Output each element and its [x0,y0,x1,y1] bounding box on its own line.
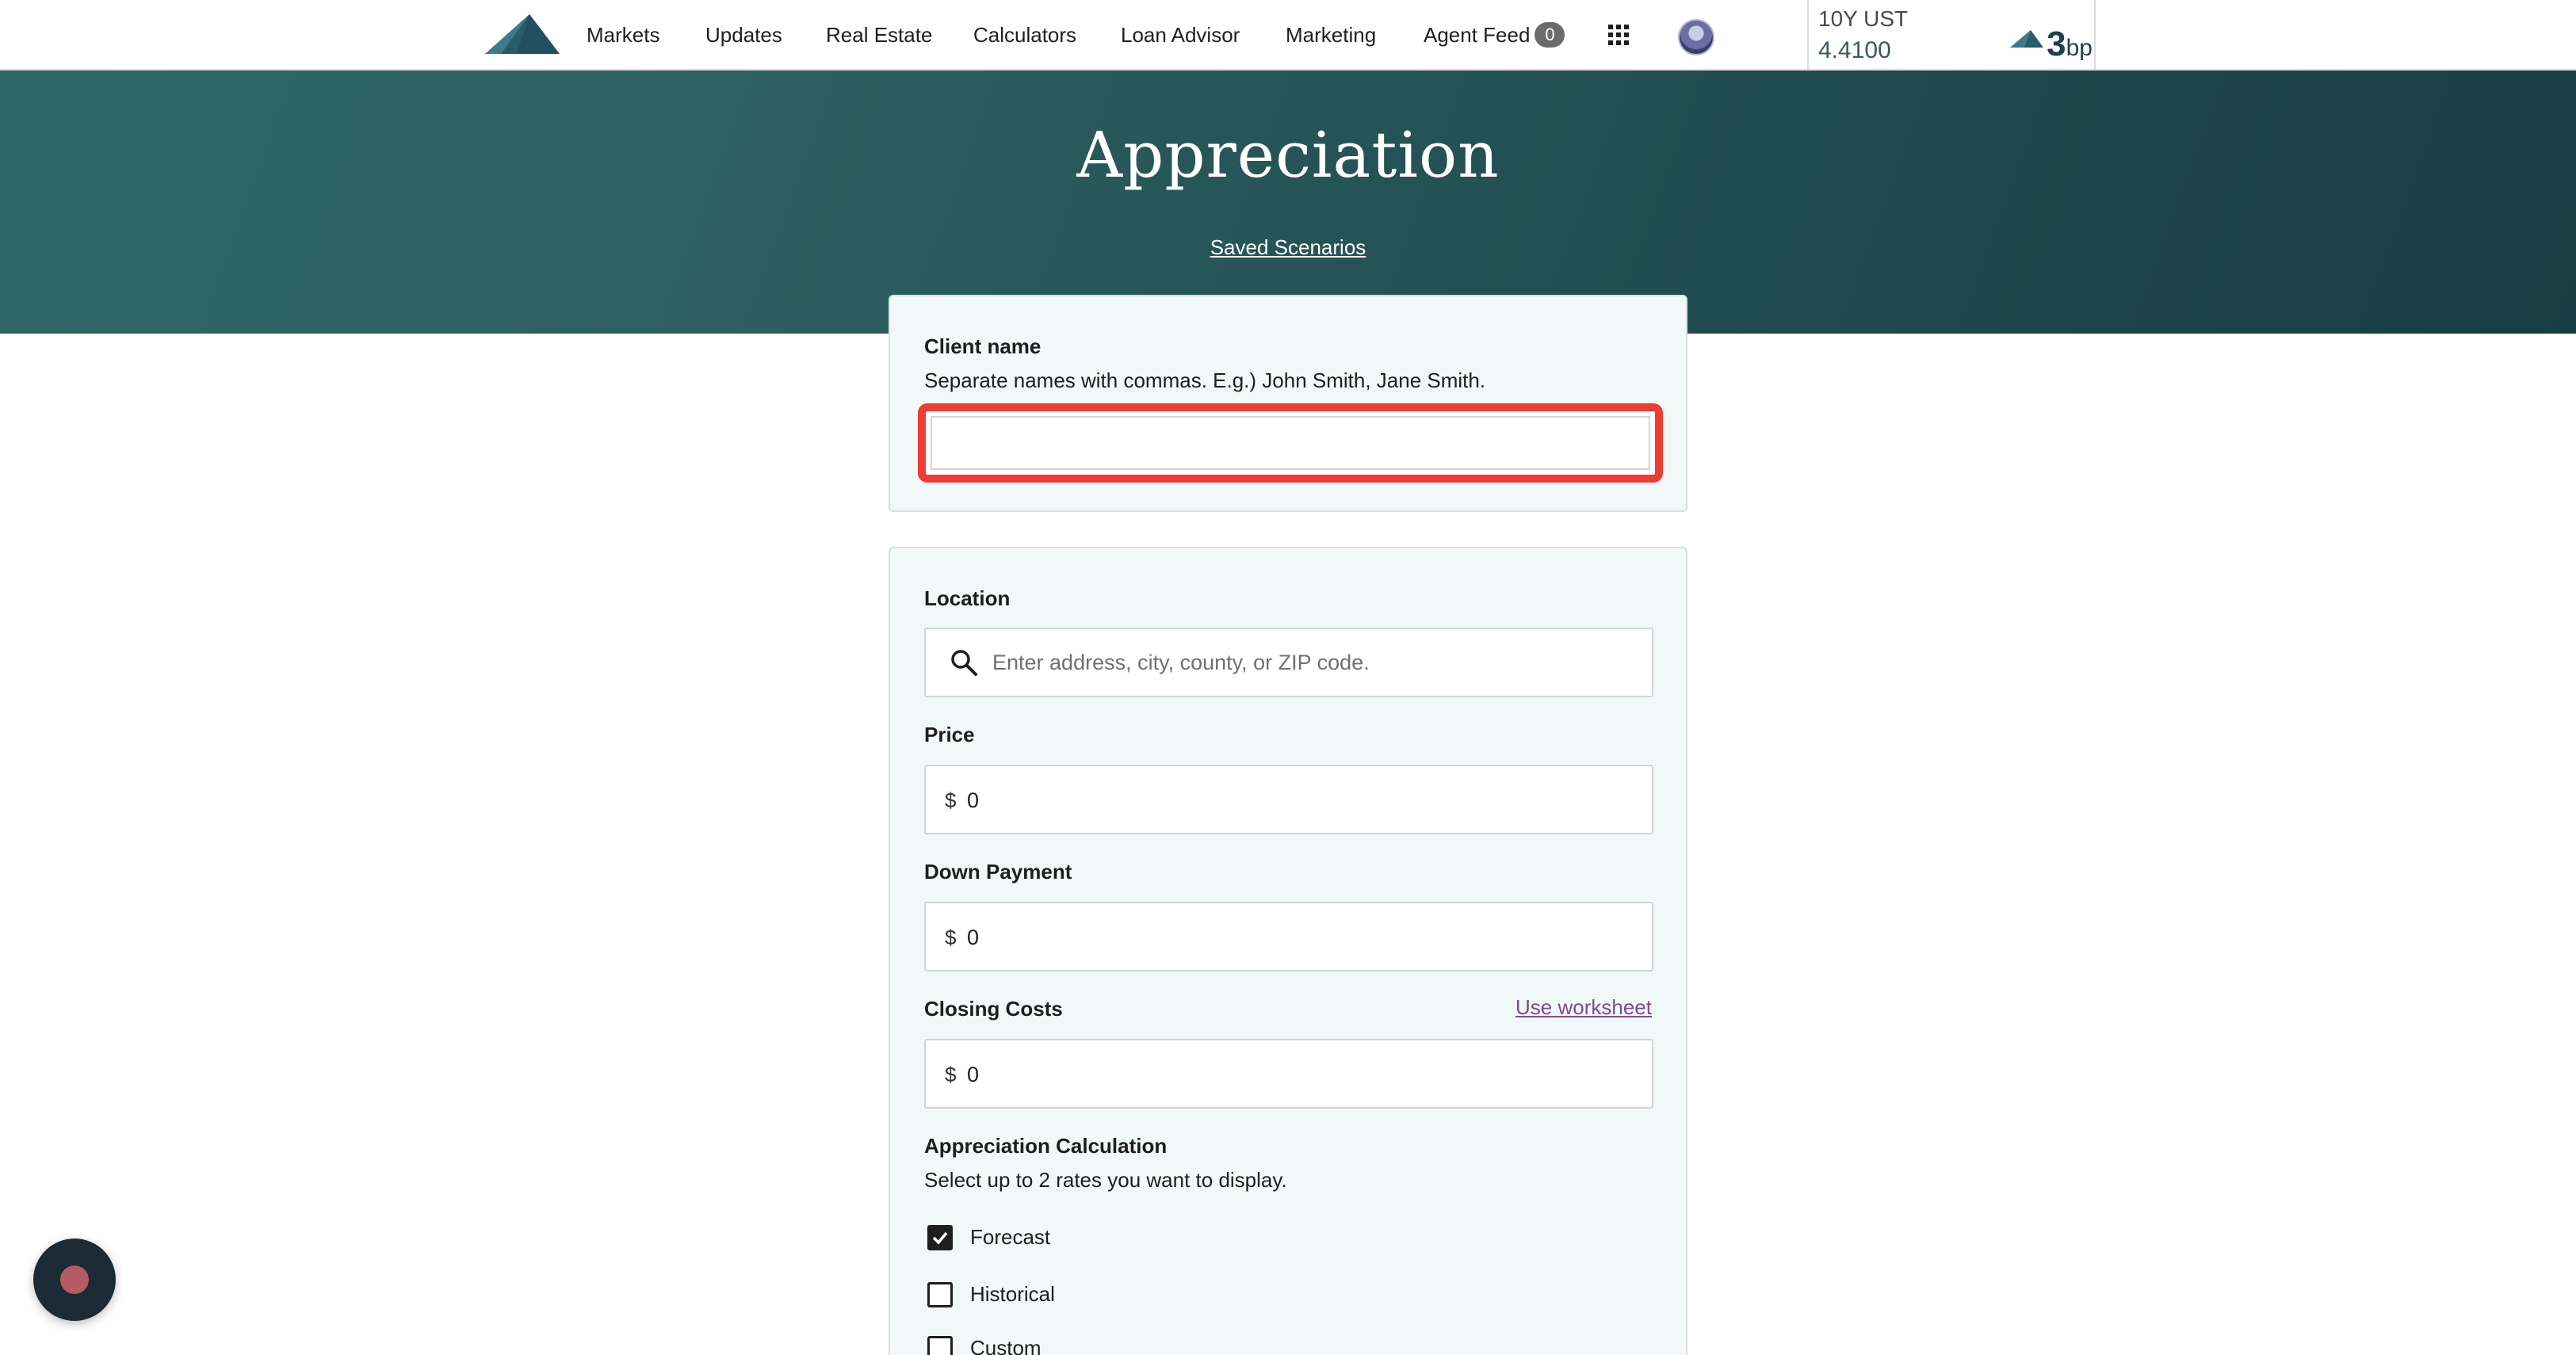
client-name-label: Client name [924,334,1041,358]
checkbox-historical-box[interactable] [927,1282,953,1307]
appreciation-calculation-hint: Select up to 2 rates you want to display… [924,1168,1287,1192]
search-icon [951,650,977,676]
ticker-change-value: 3 [2047,25,2066,63]
scenario-form-card: Location Price $ 0 Down Payment $ 0 Clos… [889,547,1687,1355]
down-payment-currency-prefix: $ [945,926,957,949]
checkbox-forecast-label: Forecast [970,1225,1051,1249]
nav-real-estate[interactable]: Real Estate [826,22,932,48]
nav-updates[interactable]: Updates [705,22,782,48]
closing-costs-currency-prefix: $ [945,1063,957,1086]
chat-launcher-button[interactable] [33,1239,116,1321]
location-input[interactable] [992,629,1642,696]
checkbox-forecast-box[interactable] [927,1225,953,1250]
client-card: Client name Separate names with commas. … [889,295,1687,512]
client-name-hint: Separate names with commas. E.g.) John S… [924,368,1486,392]
down-payment-field[interactable]: $ 0 [924,902,1653,971]
nav-calculators[interactable]: Calculators [973,22,1076,48]
closing-costs-value[interactable]: 0 [967,1063,979,1087]
closing-costs-field[interactable]: $ 0 [924,1039,1653,1109]
ticker-widget[interactable]: 10Y UST 4.4100 3bp [1807,0,2096,71]
nav-agent-feed[interactable]: Agent Feed 0 [1424,22,1565,48]
client-name-input[interactable] [931,416,1650,470]
nav-loan-advisor[interactable]: Loan Advisor [1121,22,1240,48]
top-nav: Markets Updates Real Estate Calculators … [0,0,2576,71]
price-label: Price [924,723,975,746]
page-title: Appreciation [1076,118,1500,192]
location-field[interactable] [924,628,1653,697]
ticker-name: 10Y UST [1818,6,1909,31]
highlight-ring [918,403,1663,483]
nav-markets[interactable]: Markets [587,22,659,48]
checkbox-historical-label: Historical [970,1282,1055,1306]
grid-icon[interactable] [1607,24,1630,46]
price-value[interactable]: 0 [967,788,979,813]
ticker-change: 3bp [2047,27,2093,66]
use-worksheet-link[interactable]: Use worksheet [1515,995,1652,1020]
chat-dot-icon [60,1265,89,1294]
checkmark-icon [932,1231,948,1245]
agent-feed-count-badge: 0 [1535,22,1565,48]
saved-scenarios-row: Saved Scenarios [0,235,2576,260]
down-payment-value[interactable]: 0 [967,926,979,950]
ticker-change-unit: bp [2066,35,2093,61]
user-avatar[interactable] [1678,19,1714,55]
saved-scenarios-link[interactable]: Saved Scenarios [1210,235,1366,259]
logo-icon[interactable] [485,14,560,54]
closing-costs-label: Closing Costs [924,997,1063,1021]
nav-agent-feed-label: Agent Feed [1424,23,1531,47]
location-label: Location [924,586,1011,610]
price-currency-prefix: $ [945,788,957,812]
nav-marketing[interactable]: Marketing [1286,22,1376,48]
checkbox-custom-label: Custom [970,1336,1041,1355]
checkbox-custom-box[interactable] [927,1336,953,1355]
up-arrow-icon [2010,30,2043,48]
price-field[interactable]: $ 0 [924,765,1653,834]
appreciation-calculation-label: Appreciation Calculation [924,1134,1168,1158]
down-payment-label: Down Payment [924,860,1072,884]
ticker-value: 4.4100 [1818,37,1891,63]
